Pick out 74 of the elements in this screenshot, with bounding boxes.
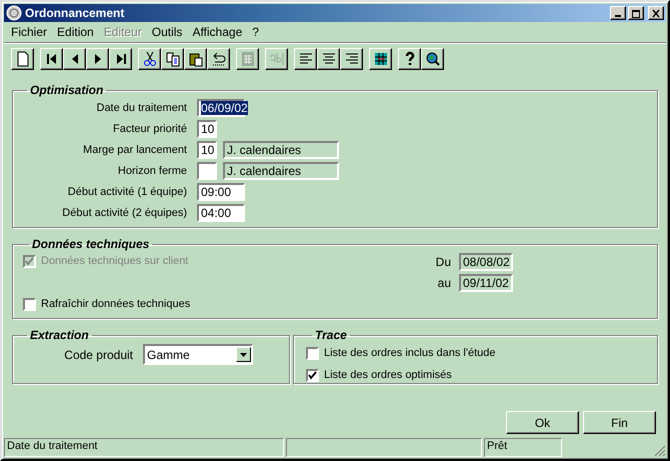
text-field-icon — [268, 51, 284, 67]
menu-item[interactable]: Edition — [52, 25, 99, 39]
toolbar-button[interactable] — [109, 48, 132, 70]
field-label: Début activité (2 équipes) — [61, 206, 188, 218]
field-label: au — [436, 276, 452, 290]
menu-item[interactable]: Fichier — [6, 25, 52, 39]
minimize-button[interactable] — [610, 6, 626, 20]
unit-field: J. calendaires — [223, 162, 339, 180]
maximize-icon — [631, 8, 641, 18]
field-label: Facteur priorité — [112, 122, 188, 134]
field-label: Début activité (1 équipe) — [66, 186, 188, 198]
menu-item[interactable]: Affichage — [187, 25, 248, 39]
input-field[interactable]: 06/09/02 — [197, 98, 245, 116]
group-title: Données techniques — [31, 237, 150, 251]
checkbox-label: Liste des ordres optimisés — [324, 369, 452, 381]
calculator-icon — [240, 51, 256, 67]
toolbar-button[interactable] — [340, 48, 363, 70]
minimize-icon — [615, 14, 621, 16]
toolbar-button[interactable] — [138, 48, 161, 70]
dialog-button[interactable]: Fin — [583, 411, 656, 434]
group-title: Trace — [314, 328, 348, 342]
date-field: 09/11/02 — [459, 274, 513, 292]
checkbox-label: Rafraîchir données techniques — [41, 298, 190, 310]
toolbar-button[interactable] — [398, 48, 421, 70]
field-label: Marge par lancement — [82, 144, 188, 156]
window-title: Ordonnancement — [25, 6, 126, 20]
grid-icon — [372, 51, 388, 67]
menu-item[interactable]: ? — [247, 25, 264, 39]
resize-grip-icon — [654, 445, 666, 457]
dropdown-value: Gamme — [147, 348, 190, 362]
page-icon — [14, 51, 30, 67]
toolbar-button[interactable] — [40, 48, 63, 70]
maximize-button[interactable] — [628, 6, 644, 20]
status-pane: Date du traitement — [4, 438, 284, 457]
input-field[interactable]: 10 — [197, 120, 217, 138]
close-icon — [651, 8, 661, 18]
app-icon — [6, 5, 22, 21]
checkbox[interactable] — [306, 346, 319, 360]
toolbar-button[interactable] — [317, 48, 340, 70]
toolbar-button[interactable] — [369, 48, 392, 70]
checkbox[interactable] — [306, 368, 319, 382]
checkbox-label: Données techniques sur client — [41, 255, 188, 267]
toolbar-button[interactable] — [207, 48, 230, 70]
field-label: Horizon ferme — [116, 164, 188, 176]
toolbar-button[interactable] — [63, 48, 86, 70]
unit-field: J. calendaires — [223, 140, 339, 158]
field-label: Du — [434, 254, 452, 268]
input-field[interactable]: 04:00 — [197, 204, 245, 222]
input-field[interactable] — [197, 162, 217, 180]
group-title: Optimisation — [29, 83, 104, 97]
checkbox[interactable] — [23, 298, 36, 310]
toolbar-button[interactable] — [11, 48, 34, 70]
globe-search-icon — [424, 51, 440, 67]
input-field[interactable]: 10 — [197, 140, 217, 158]
checkbox-label: Liste des ordres inclus dans l'étude — [324, 347, 496, 359]
close-button[interactable] — [648, 6, 664, 20]
toolbar-button[interactable] — [294, 48, 317, 70]
date-field: 08/08/02 — [459, 252, 513, 270]
toolbar-button[interactable] — [184, 48, 207, 70]
dropdown[interactable]: Gamme — [143, 344, 253, 365]
clipboard-icon — [188, 51, 204, 67]
toolbar-button[interactable] — [161, 48, 184, 70]
field-label: Date du traitement — [96, 102, 188, 114]
group-title: Extraction — [29, 328, 90, 342]
input-field[interactable]: 09:00 — [197, 182, 245, 200]
menu-item[interactable]: Outils — [146, 25, 188, 39]
status-pane: Prêt — [484, 438, 562, 457]
copy-icon — [164, 51, 180, 67]
undo-icon — [210, 51, 226, 67]
scissors-icon — [142, 51, 158, 67]
toolbar-button[interactable] — [421, 48, 444, 70]
dialog-button[interactable]: Ok — [506, 411, 579, 434]
field-label: Code produit — [63, 348, 134, 362]
toolbar-button[interactable] — [86, 48, 109, 70]
